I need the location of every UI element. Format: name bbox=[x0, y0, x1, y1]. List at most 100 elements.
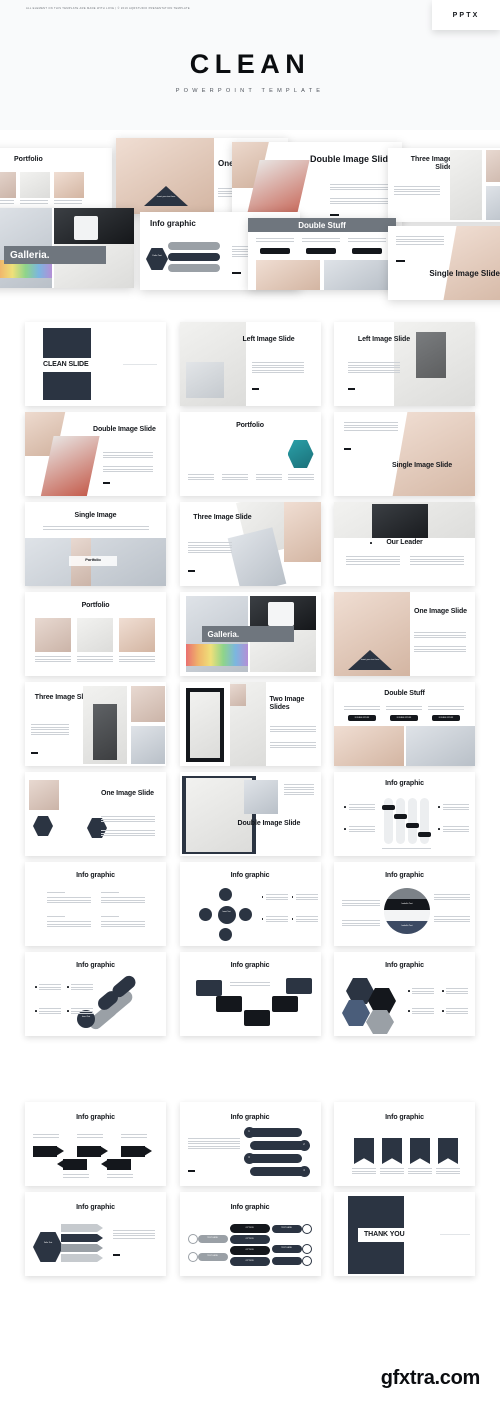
slide-card-double-stuff[interactable]: Double Stuff DOUBLE STUFF DOUBLE STUFF D… bbox=[334, 682, 475, 766]
slide-card-left-image-alt[interactable]: Left Image Slide bbox=[334, 322, 475, 406]
slide-card-band-label: Isabella Text bbox=[401, 903, 413, 905]
slide-card-overlay: Insert your text here bbox=[360, 659, 380, 661]
slide-card-badge: Insert Text bbox=[81, 1016, 91, 1018]
slide-card-one-image-hex[interactable]: One Image Slide bbox=[25, 772, 166, 856]
slide-card-double-image[interactable]: Double Image Slide bbox=[25, 412, 166, 496]
slide-card-info-hex-arrows[interactable]: Info graphic Delta Text bbox=[25, 1192, 166, 1276]
slide-card-badge: Portfolio bbox=[85, 557, 101, 562]
slide-card-three-image-grid[interactable]: Three Image Slide bbox=[25, 682, 166, 766]
slide-card-title: One Image Slide bbox=[414, 608, 467, 615]
slide-card-title: Double Image Slide bbox=[93, 426, 156, 433]
montage-slide-title: Double Image Slide bbox=[310, 154, 394, 164]
slide-card-portfolio-three[interactable]: Portfolio bbox=[25, 592, 166, 676]
slide-card-clean-slide[interactable]: CLEAN SLIDE bbox=[25, 322, 166, 406]
slide-card-title: Double Image Slide bbox=[237, 820, 301, 827]
montage-slide-title: Double Stuff bbox=[298, 220, 346, 230]
slide-card-title: Info graphic bbox=[230, 872, 270, 879]
page-root: ALL ELEMENT ON THIS TEMPLATE ARE MADE WI… bbox=[0, 0, 500, 1404]
slide-card-info-circle-cluster[interactable]: Info graphic Insert Text bbox=[179, 862, 321, 946]
slide-card-info-banners[interactable]: Info graphic bbox=[334, 1102, 475, 1186]
slide-card-two-image[interactable]: Two Image Slides bbox=[179, 682, 321, 766]
credit-line: ALL ELEMENT ON THIS TEMPLATE ARE MADE WI… bbox=[26, 7, 190, 10]
slide-card-galleria[interactable]: Galleria. bbox=[179, 592, 321, 676]
slide-card-title: Info graphic bbox=[76, 1114, 115, 1121]
slide-card-tag-label: TEXT HERE bbox=[207, 1237, 218, 1239]
montage-overlay-text: Insert your text here bbox=[156, 196, 176, 198]
slide-card-title: Info graphic bbox=[385, 962, 424, 969]
slide-card-title: Info graphic bbox=[76, 872, 115, 879]
slide-card-button-label[interactable]: DOUBLE STUFF bbox=[390, 717, 418, 719]
page-subtitle: POWERPOINT TEMPLATE bbox=[175, 88, 325, 94]
grid-row: Three Image Slide Two Image Slides Doubl… bbox=[0, 682, 500, 766]
slide-card-info-tree[interactable]: Info graphic bbox=[179, 952, 321, 1036]
slide-card-info-bars[interactable]: Info graphic bbox=[334, 772, 475, 856]
slide-card-option-label: OPTION bbox=[245, 1249, 254, 1251]
slide-card-three-image-diag[interactable]: Three Image Slide bbox=[179, 502, 321, 586]
slide-card-title: Left Image Slide bbox=[242, 336, 295, 343]
slide-card-info-sphere[interactable]: Info graphic Isabella Text Isabella Text bbox=[334, 862, 475, 946]
slide-card-step-number: 3 bbox=[248, 1156, 250, 1159]
hero-montage: Portfolio Insert your text here One Imag… bbox=[0, 130, 500, 322]
pptx-badge-label: PPTX bbox=[452, 11, 480, 19]
slide-card-info-arrows[interactable]: Info graphic bbox=[25, 1102, 166, 1186]
montage-slide-single-image[interactable]: Single Image Slide bbox=[388, 226, 500, 300]
slide-card-title: Info graphic bbox=[385, 872, 424, 879]
slide-card-button-label[interactable]: DOUBLE STUFF bbox=[432, 717, 460, 719]
slide-card-title: Info graphic bbox=[385, 780, 424, 787]
slide-card-step-number: 1 bbox=[248, 1130, 250, 1133]
slide-card-portfolio-hex[interactable]: Portfolio bbox=[179, 412, 321, 496]
montage-badge: Delta Text bbox=[152, 255, 162, 257]
montage-slide-title: Three Image Slide bbox=[410, 156, 452, 171]
slide-card-info-capsules[interactable]: Info graphic Insert Text bbox=[25, 952, 166, 1036]
grid-row: Double Image Slide Portfolio Single Imag… bbox=[0, 412, 500, 496]
grid-row: Single Image Portfolio Three Image Slide bbox=[0, 502, 500, 586]
slide-card-one-image-tri[interactable]: Insert your text here One Image Slide bbox=[334, 592, 475, 676]
montage-slide-galleria[interactable]: Galleria. bbox=[0, 208, 134, 288]
montage-slide-portfolio[interactable]: Portfolio bbox=[0, 148, 112, 210]
slide-card-title: Info graphic bbox=[230, 1204, 270, 1211]
slide-card-tag-label: TEXT HERE bbox=[207, 1255, 218, 1257]
slide-card-info-cylinders[interactable]: Info graphic OPTION OPTION OPTION OPTION… bbox=[179, 1192, 321, 1276]
montage-slide-three-image[interactable]: Three Image Slide bbox=[388, 148, 500, 222]
grid-row: Portfolio Galleria. Insert your text her… bbox=[0, 592, 500, 676]
slide-card-title: Info graphic bbox=[230, 962, 270, 969]
slide-card-step-number: 4 bbox=[303, 1169, 305, 1172]
pptx-badge: PPTX bbox=[432, 0, 500, 30]
grid-row: CLEAN SLIDE Left Image Slide Left Image … bbox=[0, 322, 500, 406]
watermark: gfxtra.com bbox=[380, 1367, 481, 1389]
slide-card-info-hex-cluster[interactable]: Info graphic bbox=[334, 952, 475, 1036]
slide-card-title: Info graphic bbox=[76, 962, 115, 969]
slide-card-info-numbered-bars[interactable]: Info graphic 1 2 3 4 bbox=[179, 1102, 321, 1186]
grid-row: Info graphic Insert Text Info graphic In… bbox=[0, 952, 500, 1036]
montage-slide-title: Portfolio bbox=[14, 156, 43, 163]
slide-card-double-image-frame[interactable]: Double Image Slide bbox=[179, 772, 321, 856]
footer: gfxtra.com bbox=[0, 1338, 500, 1404]
montage-slide-double-stuff[interactable]: Double Stuff bbox=[248, 218, 396, 290]
slide-card-single-image-band[interactable]: Single Image Portfolio bbox=[25, 502, 166, 586]
slide-card-band-label: Isabella Text bbox=[401, 925, 413, 927]
grid-row: Info graphic Info graphic Insert Text In… bbox=[0, 862, 500, 946]
page-title: CLEAN bbox=[189, 49, 311, 79]
slide-card-title: Galleria. bbox=[207, 629, 240, 639]
slide-card-title: Our Leader bbox=[386, 539, 423, 546]
slide-card-title: One Image Slide bbox=[101, 790, 154, 797]
slide-card-title: THANK YOU bbox=[364, 1231, 405, 1238]
slide-card-title: Single Image Slide bbox=[391, 462, 452, 469]
montage-slide-title: Galleria. bbox=[10, 249, 50, 261]
slide-card-button-label[interactable]: DOUBLE STUFF bbox=[348, 717, 376, 719]
slide-card-left-image[interactable]: Left Image Slide bbox=[179, 322, 321, 406]
montage-slide-title: Single Image Slide bbox=[429, 269, 500, 278]
slide-card-step-number: 2 bbox=[303, 1143, 305, 1146]
slide-card-option-label: OPTION bbox=[245, 1238, 254, 1240]
grid-row: Info graphic Info graphic 1 2 3 4 Info g… bbox=[0, 1102, 500, 1186]
slide-card-our-leader[interactable]: Our Leader bbox=[334, 502, 475, 586]
slide-card-single-image-diag[interactable]: Single Image Slide bbox=[334, 412, 475, 496]
slide-card-info-text-quad[interactable]: Info graphic bbox=[25, 862, 166, 946]
slide-card-title: Double Stuff bbox=[384, 690, 425, 697]
slide-card-thank-you[interactable]: THANK YOU bbox=[334, 1192, 475, 1276]
slide-card-title: Portfolio bbox=[236, 422, 264, 429]
slide-card-option-label: OPTION bbox=[245, 1260, 254, 1262]
slide-card-center-label: Insert Text bbox=[222, 911, 231, 913]
slide-card-tag-label: TEXT HERE bbox=[281, 1227, 292, 1229]
slides-grid: CLEAN SLIDE Left Image Slide Left Image … bbox=[0, 322, 500, 1282]
